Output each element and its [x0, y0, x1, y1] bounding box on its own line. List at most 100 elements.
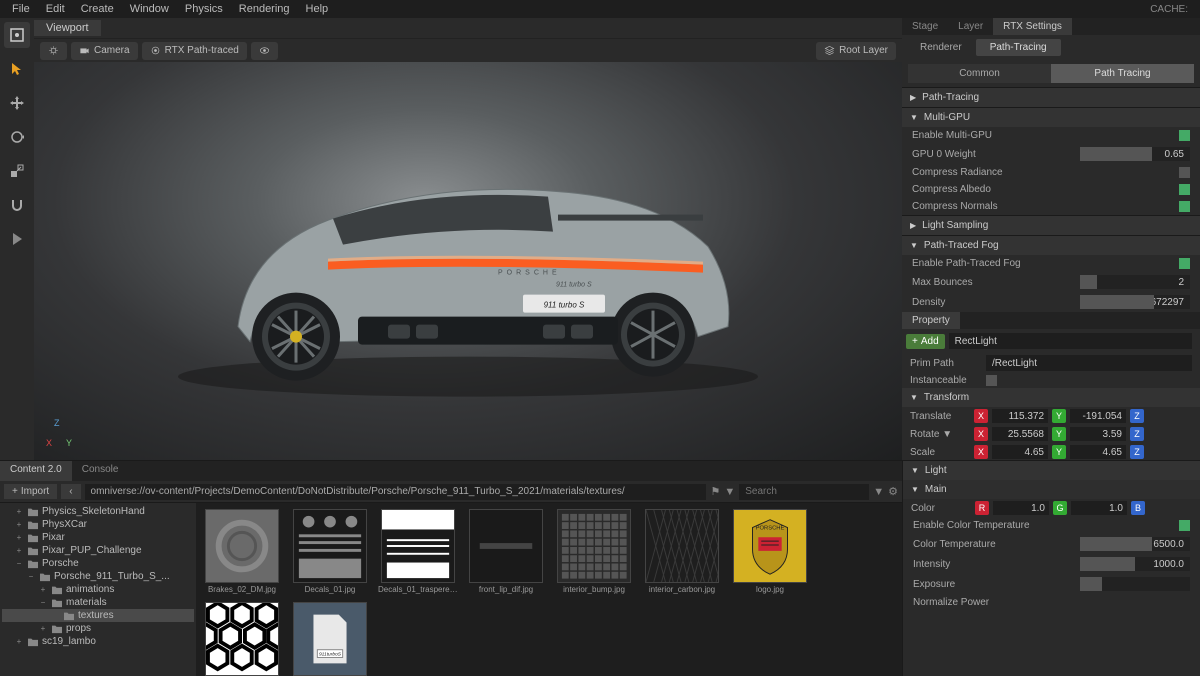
camera-dropdown[interactable]: Camera — [71, 42, 138, 60]
slider-colortemp[interactable]: 6500.0 — [1080, 537, 1190, 551]
section-main[interactable]: ▼Main — [903, 480, 1200, 499]
menu-rendering[interactable]: Rendering — [231, 1, 298, 17]
scale-x[interactable]: 4.65 — [992, 445, 1048, 459]
tree-item[interactable]: textures — [2, 609, 194, 622]
tab-property[interactable]: Property — [902, 312, 960, 329]
check-compress-albedo[interactable] — [1179, 184, 1190, 195]
tree-item[interactable]: −Porsche_911_Turbo_S_... — [2, 570, 194, 583]
menu-window[interactable]: Window — [122, 1, 177, 17]
check-compress-normals[interactable] — [1179, 201, 1190, 212]
pill-common[interactable]: Common — [908, 64, 1051, 83]
pill-path-tracing[interactable]: Path Tracing — [1051, 64, 1194, 83]
tree-item[interactable]: +Pixar — [2, 531, 194, 544]
prim-path-input[interactable] — [986, 355, 1192, 371]
tree-item[interactable]: +PhysXCar — [2, 518, 194, 531]
check-enable-colortemp[interactable] — [1179, 520, 1190, 531]
path-input[interactable] — [85, 484, 707, 500]
axis-y-badge: Y — [1052, 409, 1066, 423]
snap-tool[interactable] — [4, 192, 30, 218]
check-enable-fog[interactable] — [1179, 258, 1190, 269]
color-g[interactable]: 1.0 — [1071, 501, 1127, 515]
thumbnail-item[interactable]: interior_carbon.jpg — [642, 509, 722, 594]
play-tool[interactable] — [4, 226, 30, 252]
menu-create[interactable]: Create — [73, 1, 122, 17]
tree-item[interactable]: −Porsche — [2, 557, 194, 570]
options-icon[interactable]: ▼ — [873, 486, 884, 498]
slider-density[interactable]: 0.672297 — [1080, 295, 1190, 309]
thumbnail-item[interactable]: 911turboS — [290, 602, 370, 676]
menu-help[interactable]: Help — [298, 1, 337, 17]
root-layer-btn[interactable]: Root Layer — [816, 42, 896, 60]
tree-item[interactable]: +props — [2, 622, 194, 635]
add-button[interactable]: +Add — [906, 334, 945, 349]
rotate-x[interactable]: 25.5568 — [992, 427, 1048, 441]
section-light[interactable]: ▼Light — [903, 461, 1200, 480]
tab-rtx-settings[interactable]: RTX Settings — [993, 18, 1072, 35]
gear-icon[interactable]: ⚙ — [888, 485, 898, 498]
viewport-tab[interactable]: Viewport — [34, 20, 101, 36]
tree-item[interactable]: +Physics_SkeletonHand — [2, 505, 194, 518]
check-enable-multigpu[interactable] — [1179, 130, 1190, 141]
menu-physics[interactable]: Physics — [177, 1, 231, 17]
slider-intensity[interactable]: 1000.0 — [1080, 557, 1190, 571]
select-tool[interactable] — [4, 22, 30, 48]
tree-item[interactable]: +sc19_lambo — [2, 635, 194, 648]
thumbnail-item[interactable]: Decals_01.jpg — [290, 509, 370, 594]
rotate-tool[interactable] — [4, 124, 30, 150]
label-max-bounces: Max Bounces — [912, 277, 1074, 288]
section-path-tracing[interactable]: ▶Path-Tracing — [902, 88, 1200, 107]
tab-content[interactable]: Content 2.0 — [0, 461, 72, 481]
filter-icon[interactable]: ▼ — [724, 486, 735, 498]
visibility-btn[interactable] — [251, 42, 278, 60]
section-transform[interactable]: ▼Transform — [902, 388, 1200, 407]
check-instanceable[interactable] — [986, 375, 997, 386]
slider-max-bounces[interactable]: 2 — [1080, 275, 1190, 289]
arrow-tool[interactable] — [4, 56, 30, 82]
rotate-y[interactable]: 3.59 — [1070, 427, 1126, 441]
menu-edit[interactable]: Edit — [38, 1, 73, 17]
label-prim-path: Prim Path — [910, 358, 980, 369]
search-input[interactable] — [739, 484, 869, 500]
scale-y[interactable]: 4.65 — [1070, 445, 1126, 459]
thumbnail-item[interactable]: PORSCHElogo.jpg — [730, 509, 810, 594]
subtab-renderer[interactable]: Renderer — [906, 39, 976, 56]
section-path-traced-fog[interactable]: ▼Path-Traced Fog — [902, 236, 1200, 255]
tree-item[interactable]: +animations — [2, 583, 194, 596]
menu-file[interactable]: File — [4, 1, 38, 17]
label-compress-albedo: Compress Albedo — [912, 184, 1173, 195]
viewport-canvas[interactable]: 911 turbo S 911 turbo S PORSCHE ZXY — [34, 62, 902, 460]
menubar-items: File Edit Create Window Physics Renderin… — [4, 1, 336, 17]
thumbnail-item[interactable]: front_lip_dif.jpg — [466, 509, 546, 594]
tab-console[interactable]: Console — [72, 461, 129, 481]
tree-item[interactable]: +Pixar_PUP_Challenge — [2, 544, 194, 557]
tab-stage[interactable]: Stage — [902, 18, 948, 35]
thumbnail-item[interactable]: mesh_alpha.png — [202, 602, 282, 676]
subtab-path-tracing[interactable]: Path-Tracing — [976, 39, 1061, 56]
nav-back-button[interactable]: ‹ — [61, 484, 80, 499]
tab-layer[interactable]: Layer — [948, 18, 993, 35]
slider-gpu0-weight[interactable]: 0.65 — [1080, 147, 1190, 161]
viewport-settings-btn[interactable] — [40, 42, 67, 60]
translate-y[interactable]: -191.054 — [1070, 409, 1126, 423]
section-multi-gpu[interactable]: ▼Multi-GPU — [902, 108, 1200, 127]
render-preview: 911 turbo S 911 turbo S PORSCHE — [158, 127, 778, 407]
tree-item[interactable]: −materials — [2, 596, 194, 609]
label-gpu0-weight: GPU 0 Weight — [912, 149, 1074, 160]
check-compress-radiance[interactable] — [1179, 167, 1190, 178]
bookmark-icon[interactable]: ⚑ — [710, 485, 720, 498]
label-intensity: Intensity — [913, 559, 1074, 570]
prim-name-input[interactable] — [949, 333, 1192, 349]
slider-exposure[interactable] — [1080, 577, 1190, 591]
render-mode-dropdown[interactable]: RTX Path-traced — [142, 42, 247, 60]
thumbnail-item[interactable]: Brakes_02_DM.jpg — [202, 509, 282, 594]
import-button[interactable]: +Import — [4, 484, 57, 499]
scale-tool[interactable] — [4, 158, 30, 184]
color-r[interactable]: 1.0 — [993, 501, 1049, 515]
thumbnail-item[interactable]: interior_bump.jpg — [554, 509, 634, 594]
content-browser: Content 2.0 Console +Import ‹ ⚑ ▼ ▼ ⚙ +P… — [0, 461, 902, 676]
move-tool[interactable] — [4, 90, 30, 116]
section-light-sampling[interactable]: ▶Light Sampling — [902, 216, 1200, 235]
label-exposure: Exposure — [913, 579, 1074, 590]
thumbnail-item[interactable]: Decals_01_trasperency.jpg — [378, 509, 458, 594]
translate-x[interactable]: 115.372 — [992, 409, 1048, 423]
